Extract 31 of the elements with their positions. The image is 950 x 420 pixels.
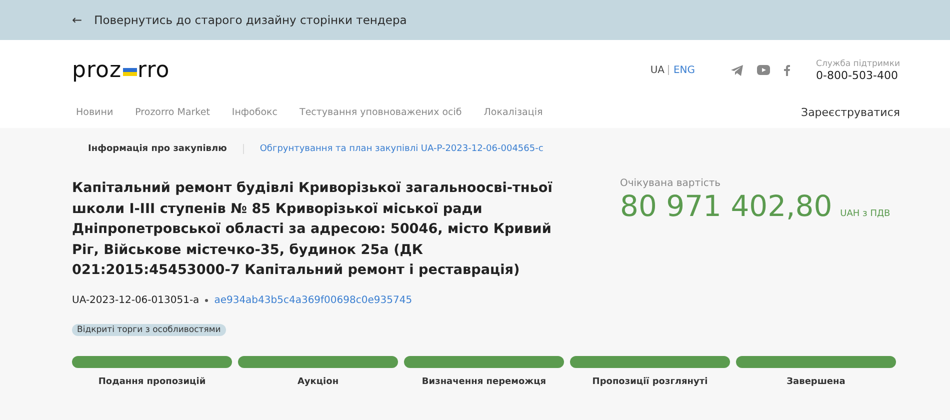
procedure-tag: Відкриті торги з особливостями	[72, 324, 226, 336]
telegram-icon[interactable]	[731, 64, 744, 76]
tender-hash-link[interactable]: ae934ab43b5c4a369f00698c0e935745	[214, 294, 412, 306]
nav-link[interactable]: Тестування уповноважених осіб	[300, 106, 462, 118]
language-link[interactable]: ENG	[673, 64, 696, 76]
nav-link[interactable]: Prozorro Market	[135, 106, 210, 118]
prozorro-logo[interactable]: proz rro	[72, 58, 170, 82]
back-link[interactable]: Повернутись до старого дизайну сторінки тендера	[94, 13, 407, 27]
nav-link[interactable]: Локалізація	[484, 106, 543, 118]
support-label: Служба підтримки	[816, 58, 900, 68]
stage-label: Пропозиції розглянуті	[592, 376, 708, 386]
stage-label: Аукціон	[297, 376, 339, 386]
price-label: Очікувана вартість	[620, 178, 722, 189]
tender-id: UA-2023-12-06-013051-a	[72, 294, 200, 306]
price-currency: UAH з ПДВ	[840, 209, 890, 219]
nav-link[interactable]: Новини	[76, 106, 114, 118]
stage-label: Визначення переможця	[422, 376, 546, 386]
nav-link[interactable]: Інфобокс	[232, 106, 278, 118]
facebook-icon[interactable]	[784, 64, 790, 76]
tab[interactable]: Обгрунтування та план закупівлі UA-P-2023-12-06-004565-c	[242, 144, 560, 154]
separator-dot-icon	[205, 298, 208, 302]
support-phone[interactable]: 0-800-503-400	[816, 68, 898, 82]
tab[interactable]: Інформація про закупівлю	[72, 144, 243, 154]
register-link[interactable]: Зареєструватися	[801, 106, 900, 118]
language-link[interactable]: UA	[650, 64, 664, 76]
tender-title: Капітальний ремонт будівлі Криворізької загальноосві-тньої школи I-III ступенів № 85 Криворізької міської ради Дніпропетровської області за адресою: 50046, місто Кривий Ріг, Військове містечко-35, будинок 25а (ДК 021:2015:45453000-7 Капітальний ремонт і реставрація)	[72, 179, 554, 280]
back-arrow-icon: ←	[72, 13, 82, 27]
stage-label: Подання пропозицій	[98, 376, 206, 386]
price-amount: 80 971 402,80	[620, 189, 832, 223]
youtube-icon[interactable]	[757, 65, 770, 75]
stage-label: Завершена	[786, 376, 846, 386]
